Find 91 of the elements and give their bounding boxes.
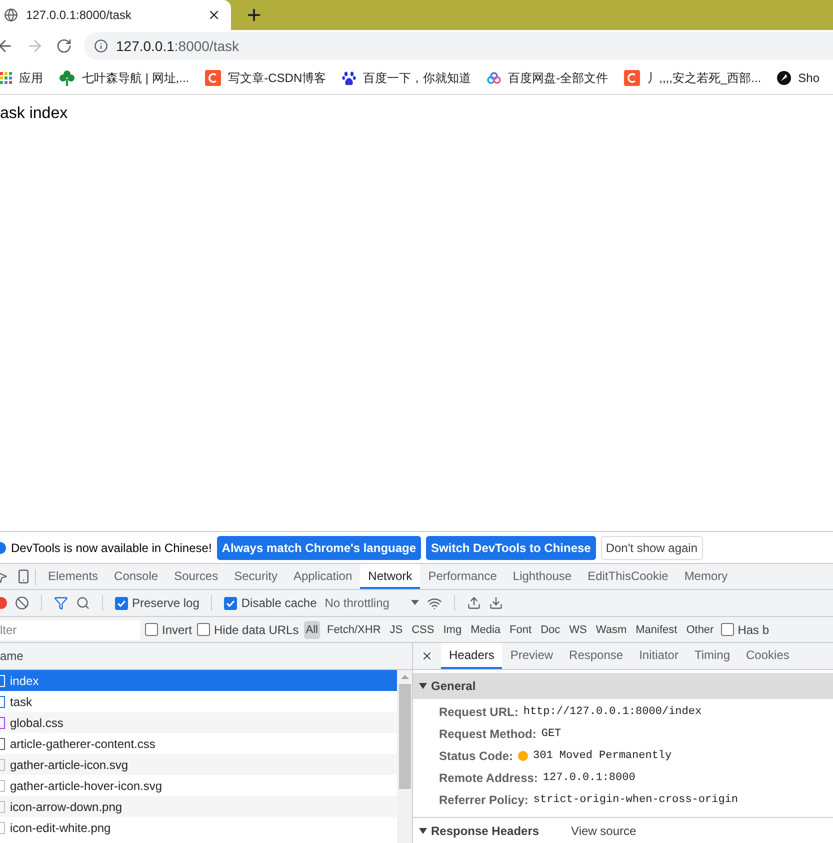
back-icon[interactable] bbox=[0, 37, 14, 55]
request-row[interactable]: gather-article-icon.svg bbox=[0, 754, 397, 775]
check-icon bbox=[226, 598, 236, 608]
header-value: 301 Moved Permanently bbox=[533, 750, 672, 762]
devtools-tab[interactable]: Network bbox=[360, 564, 420, 589]
bookmark[interactable]: 应用 bbox=[0, 70, 43, 86]
clover-icon bbox=[59, 70, 75, 86]
header-label: Request URL: bbox=[439, 705, 518, 719]
devtools-tab[interactable]: Memory bbox=[676, 564, 736, 589]
infobar-button[interactable]: Always match Chrome's language bbox=[216, 536, 422, 560]
bookmark[interactable]: 百度一下，你就知道 bbox=[342, 70, 472, 86]
details-tab[interactable]: Headers bbox=[441, 643, 502, 669]
header-value: 127.0.0.1:8000 bbox=[542, 772, 636, 784]
feather-icon bbox=[777, 71, 792, 85]
request-row[interactable]: icon-arrow-down.png bbox=[0, 796, 397, 817]
header-label: Remote Address: bbox=[439, 771, 538, 785]
bookmark[interactable]: 百度网盘-全部文件 bbox=[487, 70, 608, 86]
new-tab-icon[interactable] bbox=[245, 6, 263, 24]
apps-icon bbox=[0, 72, 12, 84]
type-filter[interactable]: Font bbox=[508, 620, 534, 638]
address-bar[interactable]: 127.0.0.1:8000/task bbox=[84, 32, 833, 60]
general-section-header[interactable]: General bbox=[413, 673, 833, 699]
details-tab[interactable]: Response bbox=[561, 643, 632, 669]
devtools-tab[interactable]: Lighthouse bbox=[504, 564, 580, 589]
reload-icon[interactable] bbox=[56, 38, 72, 54]
type-filter[interactable]: Manifest bbox=[634, 620, 680, 638]
header-value: GET bbox=[541, 728, 562, 740]
details-tab[interactable]: Preview bbox=[502, 643, 562, 669]
type-filter[interactable]: CSS bbox=[410, 620, 436, 638]
url-text: 127.0.0.1:8000/task bbox=[116, 38, 239, 54]
devtools-tab[interactable]: Elements bbox=[40, 564, 106, 589]
type-filter[interactable]: Fetch/XHR bbox=[324, 620, 383, 638]
type-filter[interactable]: Other bbox=[684, 620, 716, 638]
type-filter[interactable]: Media bbox=[468, 620, 503, 638]
header-label: Request Method: bbox=[439, 727, 536, 741]
bookmark[interactable]: 写文章-CSDN博客 bbox=[205, 70, 326, 86]
filter-field[interactable]: lter bbox=[0, 620, 140, 640]
hide-data-urls-checkbox[interactable]: Hide data URLs bbox=[197, 622, 299, 636]
infobar-button[interactable]: Switch DevTools to Chinese bbox=[426, 536, 596, 560]
download-icon[interactable] bbox=[489, 596, 504, 610]
disable-cache-checkbox[interactable]: Disable cache bbox=[224, 596, 317, 610]
throttling-select[interactable]: No throttling bbox=[324, 596, 420, 610]
bookmark[interactable]: Sho bbox=[777, 71, 820, 85]
details-tab[interactable]: Initiator bbox=[631, 643, 686, 669]
type-filter[interactable]: Doc bbox=[538, 620, 562, 638]
clear-icon[interactable] bbox=[15, 596, 29, 610]
type-filter[interactable]: All bbox=[304, 620, 320, 638]
devtools-tab[interactable]: Sources bbox=[166, 564, 226, 589]
bookmark[interactable]: 丿,,,,安之若死_西部... bbox=[624, 70, 762, 86]
header-value: http://127.0.0.1:8000/index bbox=[523, 706, 702, 718]
devtools-tab[interactable]: Security bbox=[226, 564, 286, 589]
has-blocked-checkbox[interactable]: Has b bbox=[720, 622, 770, 636]
network-settings-icon[interactable] bbox=[427, 596, 442, 610]
header-label: Referrer Policy: bbox=[439, 793, 528, 807]
info-icon bbox=[94, 39, 108, 53]
type-filter[interactable]: Img bbox=[441, 620, 464, 638]
check-icon bbox=[117, 598, 126, 608]
devtools-tab[interactable]: Application bbox=[285, 564, 360, 589]
upload-icon[interactable] bbox=[467, 596, 482, 610]
letter-c-icon bbox=[205, 70, 222, 86]
header-label: Status Code: bbox=[439, 749, 514, 763]
close-icon[interactable] bbox=[207, 8, 221, 22]
devtools-tab[interactable]: Performance bbox=[420, 564, 505, 589]
infobar-button[interactable]: Don't show again bbox=[600, 536, 703, 560]
cloud-icon bbox=[487, 71, 502, 85]
page-text: ask index bbox=[0, 105, 69, 123]
paw-icon bbox=[342, 70, 356, 86]
letter-c-icon bbox=[624, 70, 640, 86]
type-filter[interactable]: WS bbox=[567, 620, 589, 638]
header-value: strict-origin-when-cross-origin bbox=[533, 794, 738, 806]
device-icon[interactable] bbox=[16, 569, 31, 584]
devtools-tab[interactable]: EditThisCookie bbox=[580, 564, 676, 589]
filter-icon[interactable] bbox=[54, 596, 68, 610]
scrollbar[interactable] bbox=[397, 670, 412, 843]
devtools-tab[interactable]: Console bbox=[106, 564, 166, 589]
request-row[interactable]: index bbox=[0, 670, 397, 691]
search-icon[interactable] bbox=[76, 596, 90, 610]
details-tab[interactable]: Timing bbox=[686, 643, 738, 669]
type-filter[interactable]: Wasm bbox=[594, 620, 629, 638]
preserve-log-checkbox[interactable]: Preserve log bbox=[115, 596, 200, 610]
infobar-message: DevTools is now available in Chinese! bbox=[11, 540, 212, 554]
request-row[interactable]: global.css bbox=[0, 712, 397, 733]
close-icon[interactable] bbox=[421, 650, 433, 662]
details-tab[interactable]: Cookies bbox=[738, 643, 798, 669]
view-source-link: View source bbox=[571, 824, 636, 838]
bookmark[interactable]: 七叶森导航 | 网址,... bbox=[59, 70, 190, 86]
browser-tab[interactable]: 127.0.0.1:8000/task bbox=[0, 0, 231, 30]
type-filter[interactable]: JS bbox=[388, 620, 405, 638]
globe-icon bbox=[4, 8, 18, 22]
invert-checkbox[interactable]: Invert bbox=[145, 622, 192, 636]
column-header[interactable]: ame bbox=[0, 643, 412, 670]
